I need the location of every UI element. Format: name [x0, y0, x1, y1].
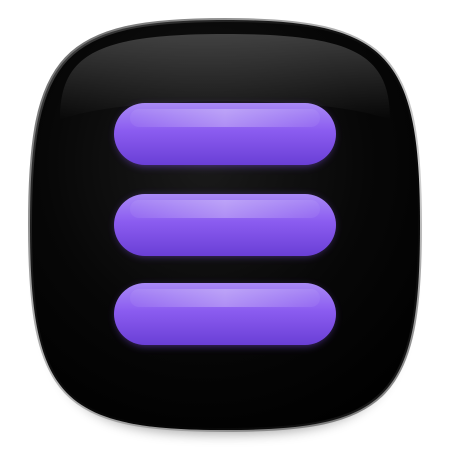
hamburger-menu-icon[interactable]	[0, 0, 450, 450]
menu-bar-middle	[114, 194, 336, 256]
menu-bar-top	[114, 103, 336, 165]
menu-bar-bottom	[114, 283, 336, 345]
app-icon-stage	[0, 0, 450, 450]
